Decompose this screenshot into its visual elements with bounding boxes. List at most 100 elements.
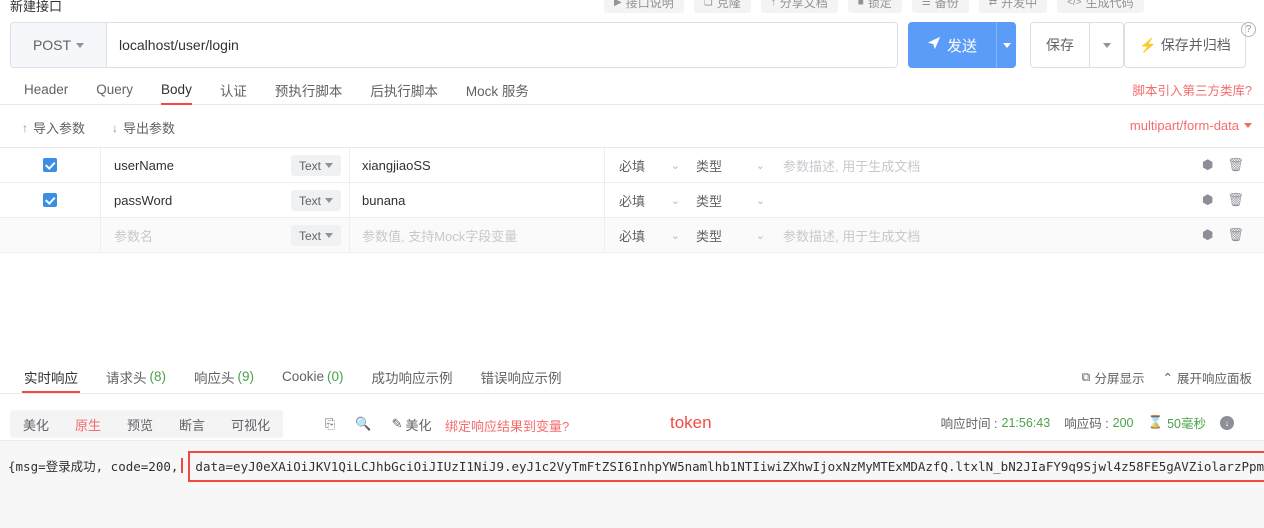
tab-mock-service[interactable]: Mock 服务 bbox=[452, 74, 543, 105]
content-type-select[interactable]: multipart/form-data bbox=[1130, 118, 1252, 133]
chevron-down-icon bbox=[1002, 42, 1011, 48]
row-enable-checkbox[interactable] bbox=[43, 158, 57, 172]
export-params-button[interactable]: ↓ 导出参数 bbox=[112, 118, 175, 137]
top-action-clone[interactable]: ❏ 克隆 bbox=[693, 0, 751, 13]
top-action-backup[interactable]: ☰ 备份 bbox=[911, 0, 969, 13]
top-action-label: 接口说明 bbox=[625, 0, 674, 10]
package-icon[interactable]: ⬢ bbox=[1202, 227, 1213, 243]
param-name-cell[interactable]: 参数名 Text bbox=[100, 218, 350, 252]
play-icon: ▶ bbox=[614, 0, 622, 8]
param-value-cell[interactable]: 参数值, 支持Mock字段变量 bbox=[350, 218, 605, 252]
delete-icon[interactable]: 🗑 bbox=[1227, 227, 1244, 243]
param-required-select[interactable]: 必填 ⌄ bbox=[605, 218, 690, 252]
chevron-down-icon: ⌄ bbox=[670, 229, 680, 242]
param-name-cell[interactable]: passWord Text bbox=[100, 183, 350, 217]
url-input[interactable]: localhost/user/login bbox=[107, 23, 897, 67]
top-action-share-doc[interactable]: ↑ 分享文档 bbox=[760, 0, 838, 13]
param-required-value: 必填 bbox=[619, 158, 646, 174]
save-button[interactable]: 保存 bbox=[1031, 23, 1089, 67]
response-tool-icons: ⎘ 🔍 ✎ 美化 bbox=[325, 410, 432, 438]
param-desc-placeholder: 参数描述, 用于生成文档 bbox=[783, 228, 921, 244]
tab-cookie[interactable]: Cookie (0) bbox=[268, 360, 358, 393]
chevron-down-icon bbox=[1244, 123, 1252, 128]
tab-auth[interactable]: 认证 bbox=[206, 74, 261, 105]
import-params-button[interactable]: ↑ 导入参数 bbox=[22, 118, 85, 137]
param-desc-cell[interactable]: 参数描述, 用于生成文档 bbox=[775, 148, 1202, 182]
download-icon[interactable]: ↓ bbox=[1220, 415, 1234, 430]
param-type-select[interactable]: Text bbox=[290, 155, 341, 176]
tab-success-example[interactable]: 成功响应示例 bbox=[358, 360, 467, 393]
param-datatype-value: 类型 bbox=[696, 193, 723, 209]
param-type-select[interactable]: Text bbox=[290, 190, 341, 211]
param-datatype-select[interactable]: 类型 ⌄ bbox=[690, 218, 775, 252]
tab-error-example[interactable]: 错误响应示例 bbox=[467, 360, 576, 393]
param-name-value: passWord bbox=[114, 192, 173, 208]
save-dropdown-button[interactable] bbox=[1089, 23, 1123, 67]
segment-visualize[interactable]: 可视化 bbox=[218, 410, 283, 438]
send-dropdown-button[interactable] bbox=[996, 22, 1016, 68]
delete-icon[interactable]: 🗑 bbox=[1227, 192, 1244, 208]
chevron-down-icon bbox=[76, 42, 85, 48]
response-body-line[interactable]: {msg=登录成功, code=200, data=eyJ0eXAiOiJKV1… bbox=[8, 451, 1264, 482]
backup-icon: ☰ bbox=[921, 0, 931, 8]
param-type-select[interactable]: Text bbox=[290, 225, 341, 246]
send-button[interactable]: 发送 bbox=[908, 22, 996, 68]
segment-assert[interactable]: 断言 bbox=[166, 410, 218, 438]
tab-pre-script[interactable]: 预执行脚本 bbox=[261, 74, 357, 105]
param-datatype-select[interactable]: 类型 ⌄ bbox=[690, 183, 775, 217]
tab-request-headers[interactable]: 请求头 (8) bbox=[92, 360, 180, 393]
copy-icon[interactable]: ⎘ bbox=[325, 416, 335, 432]
param-desc-cell[interactable]: 参数描述, 用于生成文档 bbox=[775, 218, 1202, 252]
params-table: userName Text xiangjiaoSS 必填 ⌄ 类型 ⌄ 参数描述… bbox=[0, 148, 1264, 253]
interface-tab-name[interactable]: 新建接口 bbox=[10, 0, 62, 14]
bind-response-variable-link[interactable]: 绑定响应结果到变量? bbox=[445, 416, 569, 435]
beautify-button[interactable]: ✎ 美化 bbox=[392, 415, 432, 434]
chevron-down-icon: ⌄ bbox=[670, 194, 680, 207]
help-icon[interactable]: ? bbox=[1241, 22, 1256, 37]
tab-label: 实时响应 bbox=[24, 370, 78, 386]
tab-header[interactable]: Header bbox=[10, 74, 82, 105]
param-required-select[interactable]: 必填 ⌄ bbox=[605, 148, 690, 182]
tab-query[interactable]: Query bbox=[82, 74, 147, 105]
param-name-cell[interactable]: userName Text bbox=[100, 148, 350, 182]
search-icon[interactable]: 🔍 bbox=[355, 416, 371, 432]
top-action-label: 备份 bbox=[934, 0, 959, 10]
row-operations: ⬢ 🗑 bbox=[1202, 148, 1264, 182]
split-view-button[interactable]: ⧉ 分屏显示 bbox=[1082, 368, 1145, 387]
import-params-label: 导入参数 bbox=[33, 121, 86, 136]
param-datatype-select[interactable]: 类型 ⌄ bbox=[690, 148, 775, 182]
chevron-down-icon bbox=[1102, 42, 1111, 48]
top-action-lock[interactable]: ■ 锁定 bbox=[847, 0, 902, 13]
response-body: {msg=登录成功, code=200, data=eyJ0eXAiOiJKV1… bbox=[0, 440, 1264, 528]
param-value-cell[interactable]: xiangjiaoSS bbox=[350, 148, 605, 182]
tab-realtime-response[interactable]: 实时响应 bbox=[10, 360, 92, 393]
delete-icon[interactable]: 🗑 bbox=[1227, 157, 1244, 173]
hourglass-icon: ⌛ bbox=[1147, 415, 1164, 429]
row-enable-checkbox-cell bbox=[0, 183, 100, 217]
top-action-api-desc[interactable]: ▶ 接口说明 bbox=[604, 0, 684, 13]
package-icon[interactable]: ⬢ bbox=[1202, 192, 1213, 208]
top-action-label: 分享文档 bbox=[779, 0, 828, 10]
param-value-cell[interactable]: bunana bbox=[350, 183, 605, 217]
top-action-status[interactable]: ⇄ 开发中 bbox=[978, 0, 1048, 13]
param-required-select[interactable]: 必填 ⌄ bbox=[605, 183, 690, 217]
segment-preview[interactable]: 预览 bbox=[114, 410, 166, 438]
row-enable-checkbox[interactable] bbox=[43, 193, 57, 207]
code-icon: </> bbox=[1067, 0, 1082, 8]
tab-body[interactable]: Body bbox=[147, 74, 206, 105]
send-button-group: 发送 bbox=[908, 22, 1016, 68]
tab-response-headers[interactable]: 响应头 (9) bbox=[180, 360, 268, 393]
save-and-archive-button[interactable]: ⚡ 保存并归档 bbox=[1124, 22, 1246, 68]
segment-beautify[interactable]: 美化 bbox=[10, 410, 62, 438]
segment-raw[interactable]: 原生 bbox=[62, 410, 114, 438]
param-desc-cell[interactable] bbox=[775, 183, 1202, 217]
expand-panel-button[interactable]: ⌃ 展开响应面板 bbox=[1163, 368, 1253, 387]
top-action-generate-code[interactable]: </> 生成代码 bbox=[1057, 0, 1144, 13]
package-icon[interactable]: ⬢ bbox=[1202, 157, 1213, 173]
http-method-select[interactable]: POST bbox=[11, 23, 107, 67]
tab-label: 错误响应示例 bbox=[480, 370, 562, 386]
script-library-link[interactable]: 脚本引入第三方类库? bbox=[1133, 80, 1252, 99]
tab-label: 响应头 bbox=[194, 370, 235, 386]
tab-post-script[interactable]: 后执行脚本 bbox=[356, 74, 452, 105]
row-enable-checkbox-cell bbox=[0, 148, 100, 182]
